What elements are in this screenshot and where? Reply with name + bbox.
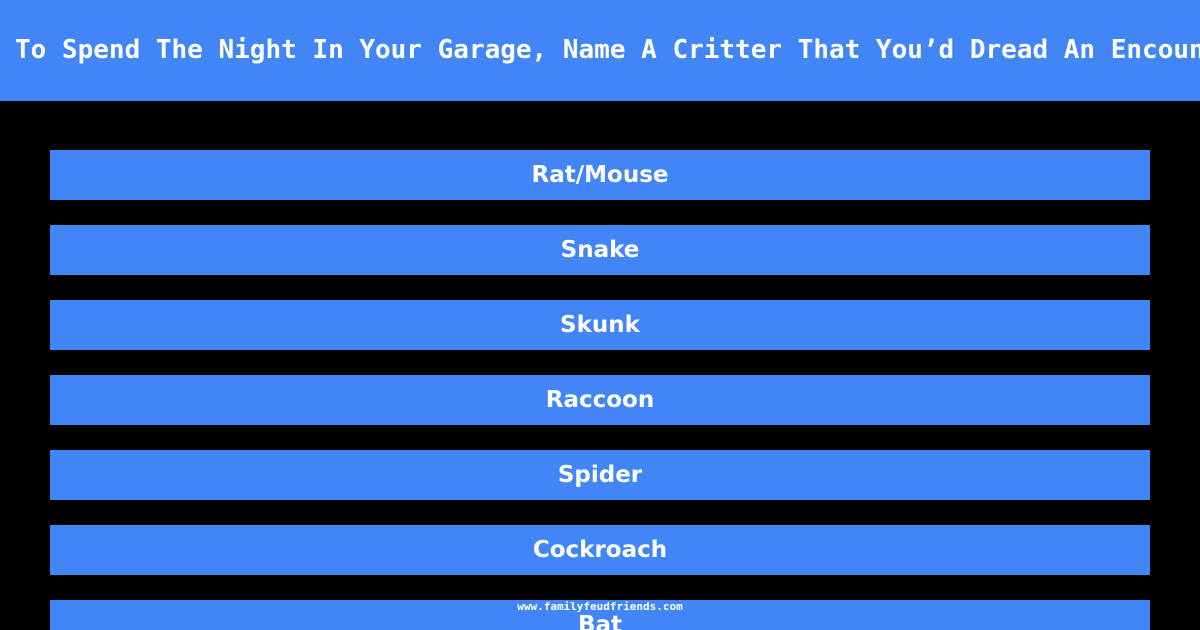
answer-label: Snake [560,237,640,263]
answer-row[interactable]: Rat/Mouse [50,150,1150,200]
answer-row[interactable]: Cockroach [50,525,1150,575]
answer-label: Bat [577,612,623,630]
answer-label: Cockroach [532,537,668,563]
answer-card: To Spend The Night In Your Garage, Name … [0,0,1200,630]
answer-row[interactable]: Skunk [50,300,1150,350]
question-header: To Spend The Night In Your Garage, Name … [0,0,1200,101]
answer-label: Skunk [560,312,640,338]
answer-row[interactable]: Bat [50,600,1150,630]
answer-label: Spider [557,462,643,488]
answer-row[interactable]: Spider [50,450,1150,500]
answer-label: Raccoon [545,387,655,413]
answer-list: Rat/Mouse Snake Skunk Raccoon Spider Coc… [0,150,1200,630]
answer-row[interactable]: Raccoon [50,375,1150,425]
answer-row[interactable]: Snake [50,225,1150,275]
answer-label: Rat/Mouse [531,162,669,188]
question-title: To Spend The Night In Your Garage, Name … [15,35,1200,65]
